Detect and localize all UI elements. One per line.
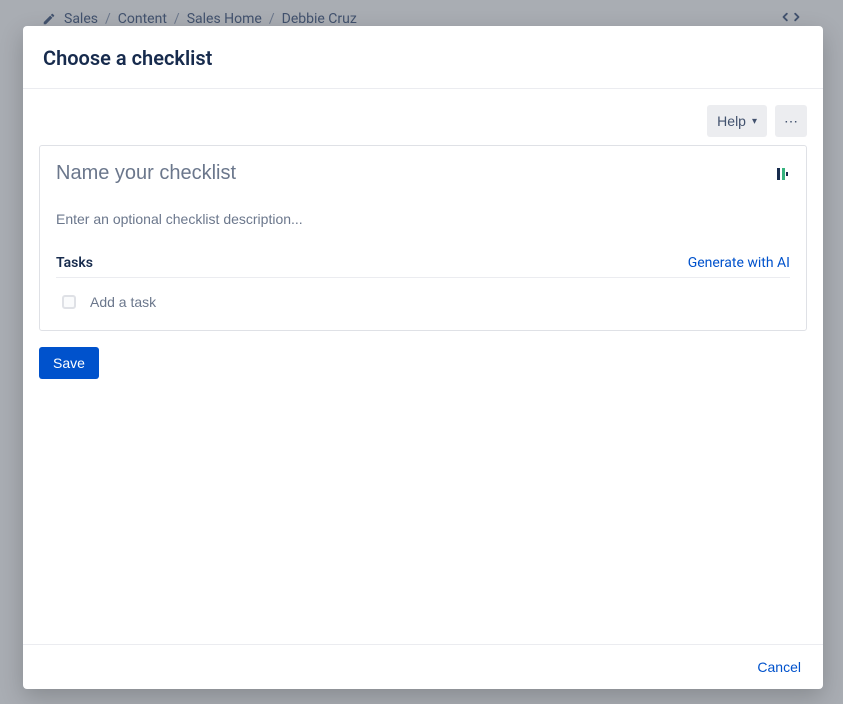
toolbar: Help ▾ ⋯ xyxy=(39,105,807,137)
breadcrumb-item-sales[interactable]: Sales xyxy=(64,11,98,27)
add-task-input[interactable] xyxy=(90,294,784,310)
cancel-button[interactable]: Cancel xyxy=(757,659,801,675)
breadcrumb-item-debbie-cruz[interactable]: Debbie Cruz xyxy=(282,11,357,27)
help-button[interactable]: Help ▾ xyxy=(707,105,767,137)
save-row: Save xyxy=(39,347,807,379)
breadcrumb-separator: / xyxy=(105,11,111,27)
modal-title: Choose a checklist xyxy=(43,46,803,70)
ai-icon[interactable] xyxy=(774,166,790,182)
help-button-label: Help xyxy=(717,113,746,129)
breadcrumb-separator: / xyxy=(269,11,275,27)
pencil-icon xyxy=(42,12,56,26)
task-checkbox[interactable] xyxy=(62,295,76,309)
modal-body: Help ▾ ⋯ Tasks Generate with AI xyxy=(23,89,823,644)
tasks-header: Tasks Generate with AI xyxy=(56,255,790,278)
ellipsis-icon: ⋯ xyxy=(784,113,798,130)
breadcrumb-separator: / xyxy=(174,11,180,27)
more-button[interactable]: ⋯ xyxy=(775,105,807,137)
modal-header: Choose a checklist xyxy=(23,26,823,89)
chevron-down-icon: ▾ xyxy=(752,116,757,127)
modal-footer: Cancel xyxy=(23,644,823,689)
save-button[interactable]: Save xyxy=(39,347,99,379)
modal: Choose a checklist Help ▾ ⋯ Tasks Genera… xyxy=(23,26,823,689)
checklist-name-input[interactable] xyxy=(56,162,717,185)
tasks-label: Tasks xyxy=(56,255,93,271)
task-row xyxy=(56,290,790,314)
generate-ai-link[interactable]: Generate with AI xyxy=(688,255,790,271)
card-title-row xyxy=(56,162,790,185)
checklist-card: Tasks Generate with AI xyxy=(39,145,807,331)
checklist-description-input[interactable] xyxy=(56,211,790,227)
breadcrumb-item-content[interactable]: Content xyxy=(118,11,167,27)
breadcrumb-item-sales-home[interactable]: Sales Home xyxy=(187,11,262,27)
